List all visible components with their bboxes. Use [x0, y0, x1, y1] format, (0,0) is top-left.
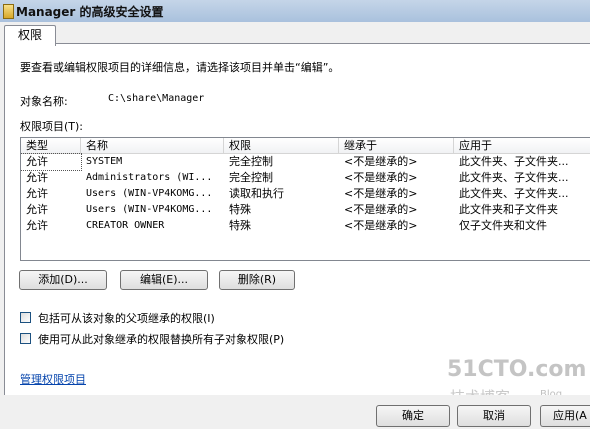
- cell-type: 允许: [26, 203, 48, 216]
- table-row[interactable]: 允许 SYSTEM 完全控制 <不是继承的> 此文件夹、子文件夹...: [21, 153, 590, 171]
- table-row[interactable]: 允许 Users (WIN-VP4KOMG... 读取和执行 <不是继承的> 此…: [21, 186, 590, 202]
- cell-name: Users (WIN-VP4KOMG...: [86, 204, 213, 215]
- column-header-permission[interactable]: 权限: [224, 138, 339, 153]
- cell-permission: 特殊: [229, 219, 251, 232]
- remove-button[interactable]: 删除(R): [219, 270, 295, 290]
- cell-applies-to: 此文件夹和子文件夹: [459, 203, 558, 216]
- replace-child-label: 使用可从此对象继承的权限替换所有子对象权限(P): [38, 333, 285, 346]
- cell-applies-to: 此文件夹、子文件夹...: [459, 155, 569, 168]
- include-inheritable-label: 包括可从该对象的父项继承的权限(I): [38, 312, 215, 325]
- window-title: Manager 的高级安全设置: [16, 5, 164, 19]
- tab-strip: 权限: [0, 22, 590, 46]
- ok-button[interactable]: 确定: [376, 405, 450, 427]
- cell-name: CREATOR OWNER: [86, 220, 165, 231]
- cell-inherited-from: <不是继承的>: [344, 171, 418, 184]
- cell-inherited-from: <不是继承的>: [344, 155, 418, 168]
- cell-permission: 读取和执行: [229, 187, 284, 200]
- tab-permissions[interactable]: 权限: [4, 25, 56, 46]
- manage-permissions-link[interactable]: 管理权限项目: [20, 371, 86, 387]
- cell-inherited-from: <不是继承的>: [344, 219, 418, 232]
- permission-entries-label: 权限项目(T):: [20, 120, 84, 133]
- column-header-type[interactable]: 类型: [21, 138, 81, 153]
- cell-permission: 完全控制: [229, 171, 273, 184]
- apply-button[interactable]: 应用(A: [540, 405, 590, 427]
- table-row[interactable]: 允许 CREATOR OWNER 特殊 <不是继承的> 仅子文件夹和文件: [21, 218, 590, 234]
- object-name-label: 对象名称:: [20, 95, 68, 108]
- table-row[interactable]: 允许 Administrators (WI... 完全控制 <不是继承的> 此文…: [21, 170, 590, 186]
- cell-permission: 特殊: [229, 203, 251, 216]
- cell-type: 允许: [26, 171, 48, 184]
- cell-applies-to: 此文件夹、子文件夹...: [459, 171, 569, 184]
- object-name-value: C:\share\Manager: [108, 93, 205, 104]
- cell-type: 允许: [26, 219, 48, 232]
- cell-inherited-from: <不是继承的>: [344, 203, 418, 216]
- column-header-name[interactable]: 名称: [81, 138, 224, 153]
- folder-icon: [3, 4, 14, 19]
- cell-applies-to: 仅子文件夹和文件: [459, 219, 547, 232]
- edit-button[interactable]: 编辑(E)...: [120, 270, 208, 290]
- cell-applies-to: 此文件夹、子文件夹...: [459, 187, 569, 200]
- cell-name: Administrators (WI...: [86, 172, 213, 183]
- cell-permission: 完全控制: [229, 155, 273, 168]
- cell-name: SYSTEM: [86, 156, 123, 167]
- replace-child-checkbox[interactable]: [20, 333, 31, 344]
- table-row[interactable]: 允许 Users (WIN-VP4KOMG... 特殊 <不是继承的> 此文件夹…: [21, 202, 590, 218]
- cell-type: 允许: [21, 153, 82, 171]
- column-header-applies-to[interactable]: 应用于: [454, 138, 590, 153]
- include-inheritable-checkbox[interactable]: [20, 312, 31, 323]
- cell-inherited-from: <不是继承的>: [344, 187, 418, 200]
- permission-entries-list[interactable]: 类型 名称 权限 继承于 应用于 允许 SYSTEM 完全控制 <不是继承的> …: [20, 137, 590, 261]
- add-button[interactable]: 添加(D)...: [19, 270, 107, 290]
- cancel-button[interactable]: 取消: [457, 405, 531, 427]
- list-header: 类型 名称 权限 继承于 应用于: [21, 138, 590, 154]
- column-header-inherited-from[interactable]: 继承于: [339, 138, 454, 153]
- cell-name: Users (WIN-VP4KOMG...: [86, 188, 213, 199]
- cell-type: 允许: [26, 187, 48, 200]
- watermark-site: 51CTO.com: [447, 357, 587, 382]
- title-bar[interactable]: Manager 的高级安全设置: [0, 0, 590, 23]
- instruction-text: 要查看或编辑权限项目的详细信息，请选择该项目并单击“编辑”。: [20, 61, 340, 74]
